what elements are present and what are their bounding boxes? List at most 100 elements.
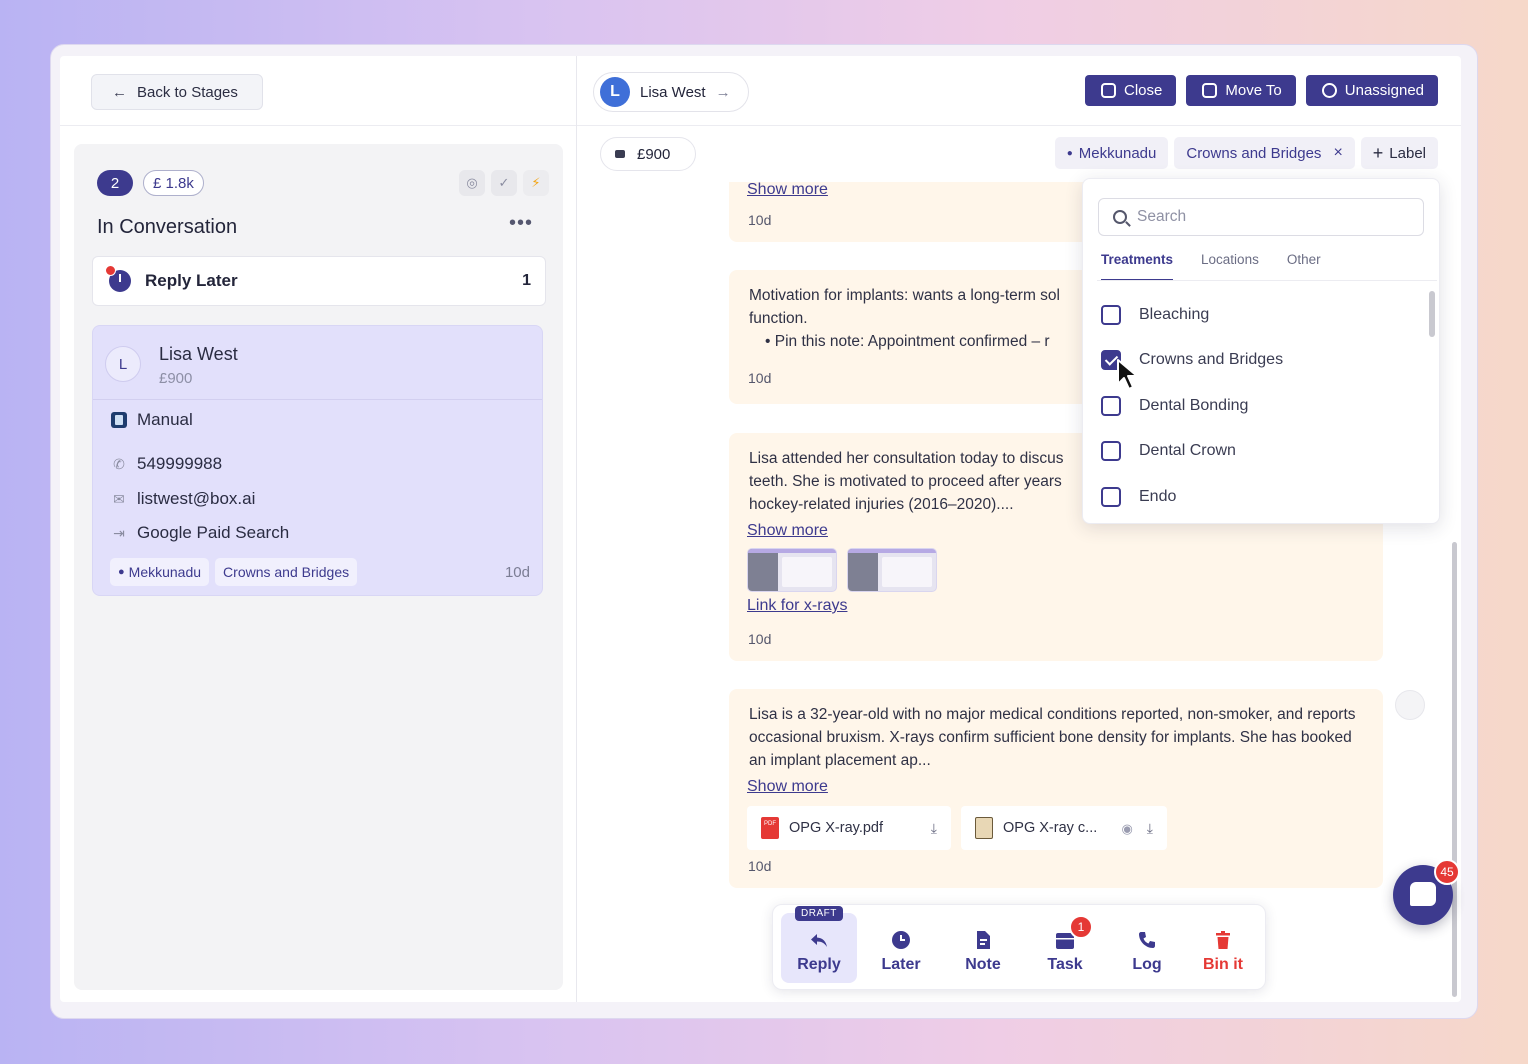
treatment-option-label: Bleaching (1139, 305, 1210, 323)
avatar (1395, 690, 1425, 720)
eye-icon[interactable]: ◉ (1121, 817, 1132, 840)
checkbox[interactable] (1101, 395, 1121, 416)
treatment-option[interactable]: Dental Crown (1101, 429, 1283, 475)
conversation-header: L Lisa West → Close Move To Unassigned (577, 56, 1461, 126)
tab-treatments[interactable]: Treatments (1101, 252, 1174, 281)
arrow-left-icon: ← (112, 83, 127, 101)
basket-icon (615, 150, 625, 158)
dropdown-scrollbar[interactable] (1429, 291, 1435, 337)
mail-icon: ✉ (113, 490, 125, 507)
phone-icon: ✆ (113, 455, 125, 472)
pdf-file-icon: PDF (761, 817, 779, 839)
checkbox[interactable] (1101, 441, 1121, 462)
treatment-option-label: Crowns and Bridges (1139, 351, 1284, 369)
file-name: OPG X-ray.pdf (789, 819, 884, 836)
lead-email-value: listwest@box.ai (137, 489, 256, 508)
stage-title: In Conversation (97, 216, 238, 238)
stage-count-badge: 2 (97, 170, 133, 196)
task-button[interactable]: 1 Task (1027, 913, 1103, 983)
price-chip[interactable]: £900 (600, 137, 696, 171)
screenshot-thumbnail[interactable] (847, 548, 937, 592)
lead-tag-label: Crowns and Bridges (223, 564, 350, 580)
note-label: Note (965, 956, 1001, 973)
file-attachment[interactable]: PDF OPG X-ray.pdf ⤓ (747, 806, 951, 850)
screenshot-thumbnail[interactable] (747, 548, 837, 592)
search-input[interactable]: Search (1098, 198, 1424, 236)
dropdown-tabs: Treatments Locations Other (1101, 252, 1321, 281)
close-button[interactable]: Close (1085, 75, 1177, 106)
arrow-right-icon: → (715, 83, 731, 101)
reply-later-group[interactable]: Reply Later 1 (92, 256, 546, 306)
xray-link[interactable]: Link for x-rays (747, 597, 847, 614)
mouse-cursor-icon (1117, 359, 1138, 390)
later-button[interactable]: Later (863, 913, 939, 983)
lead-tags: ● Mekkunadu Crowns and Bridges (110, 558, 358, 586)
checkbox[interactable] (1101, 304, 1121, 325)
task-count-badge: 1 (1069, 915, 1093, 939)
tab-locations[interactable]: Locations (1201, 252, 1259, 281)
bullet-icon: • (765, 333, 775, 350)
contact-chip[interactable]: L Lisa West → (593, 72, 749, 112)
download-icon[interactable]: ⤓ (1147, 817, 1153, 840)
label-chip-location[interactable]: ● Mekkunadu (1054, 137, 1169, 169)
left-toolbar: ← Back to Stages (60, 56, 576, 126)
tab-other[interactable]: Other (1287, 252, 1321, 281)
log-button[interactable]: Log (1109, 913, 1185, 983)
note-icon (977, 931, 990, 949)
reply-later-count: 1 (522, 272, 531, 289)
lead-card[interactable]: L Lisa West £900 Manual ✆ 549999988 ✉ li… (92, 325, 543, 596)
stage-more-icon[interactable]: ••• (509, 212, 533, 235)
show-more-link[interactable]: Show more (747, 522, 828, 539)
treatment-option[interactable]: Bleaching (1101, 292, 1283, 338)
task-label: Task (1047, 956, 1083, 973)
checkbox[interactable] (1101, 486, 1121, 507)
show-more-link[interactable]: Show more (747, 778, 828, 795)
bolt-icon[interactable]: ⚡ (523, 170, 549, 196)
trash-icon (1216, 931, 1230, 949)
user-circle-icon (1321, 83, 1337, 98)
stage-value-badge: £ 1.8k (143, 170, 204, 196)
show-more-link[interactable]: Show more (747, 182, 828, 198)
file-attachment[interactable]: OPG X-ray c... ◉ ⤓ (961, 806, 1167, 850)
inbox-icon (1101, 83, 1116, 98)
close-icon[interactable]: × (1333, 144, 1342, 162)
divider (1097, 280, 1437, 281)
move-to-button-label: Move To (1225, 82, 1282, 99)
bin-label: Bin it (1203, 956, 1243, 973)
lead-email: ✉ listwest@box.ai (111, 489, 255, 509)
reply-icon (811, 934, 827, 947)
move-icon (1202, 83, 1218, 98)
bin-button[interactable]: Bin it (1185, 913, 1261, 983)
move-to-button[interactable]: Move To (1186, 75, 1296, 106)
draft-badge: DRAFT (795, 906, 843, 921)
attachment-thumbnails (747, 548, 1363, 592)
chat-unread-badge: 45 (1434, 859, 1460, 885)
close-button-label: Close (1124, 82, 1163, 99)
app-window: ← Back to Stages 2 £ 1.8k ◎ ✓ ⚡ In Conve… (60, 56, 1461, 1002)
text-file-icon (975, 817, 993, 839)
scrollbar[interactable] (1452, 542, 1457, 997)
assign-button[interactable]: Unassigned (1305, 75, 1438, 106)
avatar: L (600, 77, 630, 107)
search-icon (1113, 210, 1127, 224)
message-time: 10d (748, 631, 772, 647)
lead-phone-value: 549999988 (137, 454, 223, 473)
message-time: 10d (748, 858, 772, 874)
label-chip-treatment[interactable]: Crowns and Bridges × (1174, 137, 1355, 169)
lead-tag-treatment: Crowns and Bridges (215, 558, 358, 586)
label-chip-text: Mekkunadu (1078, 144, 1157, 162)
lead-value: £900 (159, 370, 193, 387)
reply-button[interactable]: DRAFT Reply (781, 906, 857, 983)
check-circle-icon[interactable]: ✓ (491, 170, 517, 196)
treatment-option[interactable]: Endo (1101, 474, 1283, 520)
header-actions: Close Move To Unassigned (1085, 75, 1438, 106)
add-label-button[interactable]: + Label (1360, 137, 1438, 169)
download-icon[interactable]: ⤓ (931, 817, 937, 840)
treatment-option-label: Endo (1139, 487, 1177, 505)
back-to-stages-button[interactable]: ← Back to Stages (91, 74, 263, 110)
assign-button-label: Unassigned (1344, 82, 1424, 99)
lead-name: Lisa West (159, 344, 238, 364)
stage-panel: 2 £ 1.8k ◎ ✓ ⚡ In Conversation ••• Reply… (74, 144, 563, 990)
target-icon[interactable]: ◎ (459, 170, 485, 196)
note-button[interactable]: Note (945, 913, 1021, 983)
